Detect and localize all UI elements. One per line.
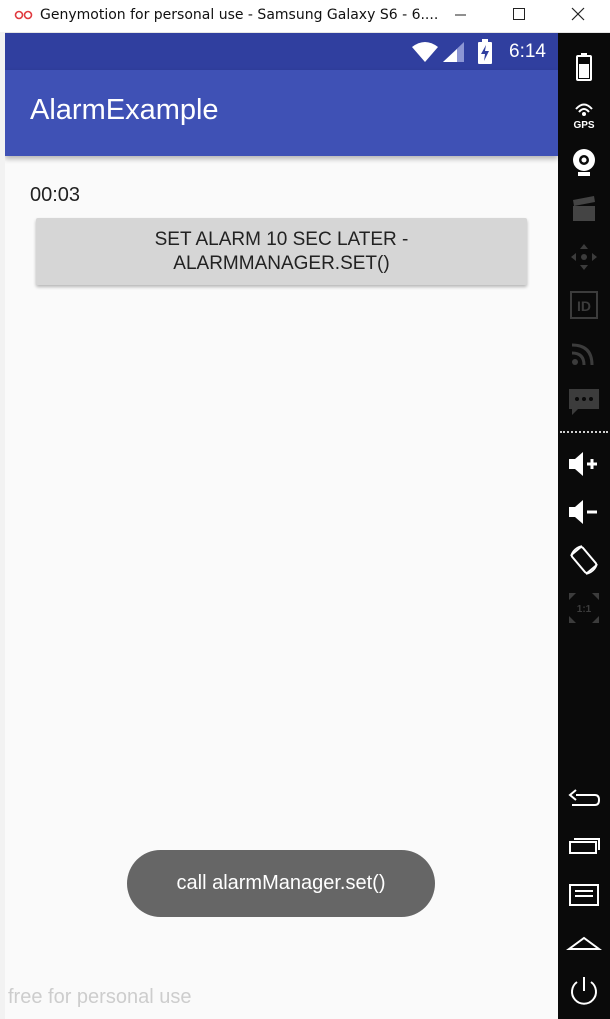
window-title-bar: Genymotion for personal use - Samsung Ga… — [0, 0, 610, 33]
watermark-text: free for personal use — [8, 986, 192, 1008]
genymotion-logo-icon — [14, 10, 33, 20]
cell-signal-icon — [443, 42, 464, 62]
set-alarm-button[interactable]: SET ALARM 10 SEC LATER - ALARMMANAGER.SE… — [36, 218, 527, 285]
maximize-button[interactable] — [490, 0, 550, 30]
clapperboard-icon[interactable] — [566, 191, 602, 227]
volume-up-icon[interactable] — [566, 446, 602, 482]
webcam-icon[interactable] — [566, 144, 602, 180]
maximize-icon — [513, 8, 525, 20]
gps-label: GPS — [573, 120, 594, 131]
scale-label: 1:1 — [577, 604, 592, 615]
back-icon[interactable] — [566, 781, 602, 817]
menu-icon[interactable] — [566, 877, 602, 913]
app-title: AlarmExample — [30, 94, 219, 126]
elapsed-time-text: 00:03 — [30, 184, 81, 206]
volume-down-icon[interactable] — [566, 494, 602, 530]
home-icon[interactable] — [566, 925, 602, 961]
close-button[interactable] — [548, 0, 608, 30]
close-icon — [571, 7, 585, 21]
android-screen[interactable]: 6:14 AlarmExample 00:03 SET ALARM 10 SEC… — [5, 33, 558, 1019]
dpad-icon[interactable] — [566, 239, 602, 275]
id-label: ID — [577, 298, 591, 314]
rss-icon[interactable] — [566, 335, 602, 371]
app-bar: AlarmExample — [5, 70, 558, 156]
gps-icon[interactable]: GPS — [566, 97, 602, 133]
minimize-icon — [455, 14, 466, 16]
recent-apps-icon[interactable] — [566, 829, 602, 865]
minimize-button[interactable] — [430, 0, 490, 30]
status-bar: 6:14 — [5, 33, 558, 70]
power-icon[interactable] — [566, 973, 602, 1009]
status-time: 6:14 — [509, 41, 546, 62]
rotate-icon[interactable] — [566, 542, 602, 578]
battery-icon[interactable] — [566, 49, 602, 85]
genymotion-window: Genymotion for personal use - Samsung Ga… — [0, 0, 610, 1019]
wifi-icon — [412, 42, 438, 62]
genymotion-toolbar: GPS ID 1:1 — [558, 33, 610, 1019]
toolbar-divider — [560, 431, 608, 433]
toast-message: call alarmManager.set() — [127, 850, 435, 917]
sms-icon[interactable] — [566, 383, 602, 419]
window-title: Genymotion for personal use - Samsung Ga… — [40, 7, 439, 23]
battery-charging-icon — [478, 39, 492, 64]
id-icon[interactable]: ID — [566, 287, 602, 323]
scale-icon[interactable]: 1:1 — [566, 590, 602, 626]
